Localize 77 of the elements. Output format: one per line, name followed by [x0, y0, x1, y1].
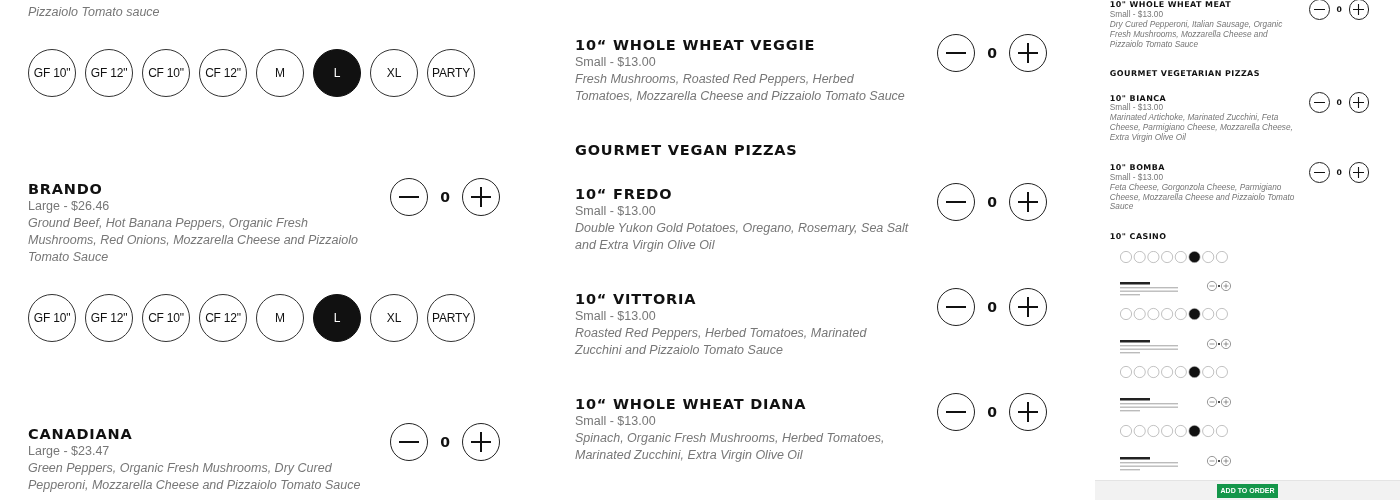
- section-heading: GOURMET VEGAN PIZZAS: [575, 141, 798, 159]
- size-price: Small - $13.00: [575, 54, 656, 71]
- item-name: 10“ WHOLE WHEAT VEGGIE: [575, 36, 816, 54]
- increase-button[interactable]: [1009, 183, 1047, 221]
- size-option[interactable]: CF 10": [142, 294, 190, 342]
- size-option[interactable]: CF 10": [142, 49, 190, 97]
- decrease-button[interactable]: [937, 183, 975, 221]
- size-price: Small - $13.00: [575, 308, 656, 325]
- size-price: Large - $23.47: [28, 443, 110, 460]
- decrease-button[interactable]: [390, 178, 428, 216]
- item-description: Double Yukon Gold Potatoes, Oregano, Rosemary, Sea Salt and Extra Virgin Olive Oil: [575, 220, 910, 254]
- increase-button[interactable]: [462, 423, 500, 461]
- quantity: 0: [986, 404, 998, 420]
- item-name: 10“ WHOLE WHEAT DIANA: [575, 395, 807, 413]
- size-option[interactable]: GF 12": [85, 294, 133, 342]
- item-name: BRANDO: [28, 180, 103, 198]
- section-heading: GOURMET VEGETARIAN PIZZAS: [1109, 69, 1260, 80]
- quantity: 0: [439, 434, 451, 450]
- size-option[interactable]: CF 12": [199, 294, 247, 342]
- increase-button[interactable]: [1348, 161, 1370, 183]
- quantity: 0: [986, 299, 998, 315]
- decrease-button[interactable]: [1308, 161, 1330, 183]
- minus-icon: [946, 306, 966, 308]
- quantity: 0: [439, 189, 451, 205]
- item-name: 10“ VITTORIA: [575, 290, 697, 308]
- minus-icon: [399, 196, 419, 198]
- item-description: Fresh Mushrooms, Roasted Red Peppers, Herbed Tomatoes, Mozzarella Cheese and Pizzaiolo Tomato Sauce: [575, 71, 906, 105]
- decrease-button[interactable]: [937, 34, 975, 72]
- size-option[interactable]: PARTY: [427, 294, 475, 342]
- plus-icon: [471, 432, 491, 452]
- size-price: Small - $13.00: [575, 413, 656, 430]
- item-name: 10" BOMBA: [1109, 162, 1165, 173]
- size-option[interactable]: CF 12": [199, 49, 247, 97]
- decrease-button[interactable]: [937, 393, 975, 431]
- quantity: 0: [986, 194, 998, 210]
- size-option[interactable]: PARTY: [427, 49, 475, 97]
- decrease-button[interactable]: [1308, 0, 1330, 20]
- size-option[interactable]: M: [256, 294, 304, 342]
- minus-icon: [946, 201, 966, 203]
- increase-button[interactable]: [1009, 393, 1047, 431]
- minus-icon: [946, 52, 966, 54]
- size-price: Small - $13.00: [575, 203, 656, 220]
- plus-icon: [1018, 43, 1038, 63]
- item-name: 10" BIANCA: [1109, 93, 1167, 103]
- size-option[interactable]: GF 10": [28, 49, 76, 97]
- decrease-button[interactable]: [937, 288, 975, 326]
- size-option[interactable]: M: [256, 49, 304, 97]
- item-description: Spinach, Organic Fresh Mushrooms, Herbed Tomatoes, Marinated Zucchini, Extra Virgin Olive Oil: [575, 430, 886, 464]
- item-name: 10" WHOLE WHEAT MEAT: [1109, 0, 1232, 10]
- size-option[interactable]: GF 10": [28, 294, 76, 342]
- size-option[interactable]: GF 12": [85, 49, 133, 97]
- item-name: 10" CASINO: [1109, 232, 1167, 243]
- item-name: 10“ FREDO: [575, 185, 673, 203]
- size-option[interactable]: XL: [370, 294, 418, 342]
- size-option[interactable]: XL: [370, 49, 418, 97]
- minus-icon: [946, 411, 966, 413]
- increase-button[interactable]: [1009, 34, 1047, 72]
- item-description: Roasted Red Peppers, Herbed Tomatoes, Marinated Zucchini and Pizzaiolo Tomato Sauce: [575, 325, 868, 359]
- decrease-button[interactable]: [390, 423, 428, 461]
- plus-icon: [1018, 192, 1038, 212]
- item-name: CANADIANA: [28, 425, 133, 443]
- plus-icon: [471, 187, 491, 207]
- increase-button[interactable]: [1348, 92, 1370, 114]
- minus-icon: [399, 441, 419, 443]
- increase-button[interactable]: [1348, 0, 1370, 20]
- size-option[interactable]: L: [313, 294, 361, 342]
- increase-button[interactable]: [462, 178, 500, 216]
- size-price: Large - $26.46: [28, 198, 110, 215]
- item-description: Green Peppers, Organic Fresh Mushrooms, Dry Cured Pepperoni, Mozzarella Cheese and Pizzaiolo Tomato Sauce: [28, 460, 362, 494]
- decrease-button[interactable]: [1308, 92, 1330, 114]
- item-description: Pizzaiolo Tomato sauce: [28, 4, 161, 21]
- item-description: Ground Beef, Hot Banana Peppers, Organic Fresh Mushrooms, Red Onions, Mozzarella Cheese and Pizzaiolo Tomato Sauce: [28, 215, 360, 266]
- plus-icon: [1018, 402, 1038, 422]
- size-option[interactable]: L: [313, 49, 361, 97]
- increase-button[interactable]: [1009, 288, 1047, 326]
- quantity: 0: [986, 45, 998, 61]
- plus-icon: [1018, 297, 1038, 317]
